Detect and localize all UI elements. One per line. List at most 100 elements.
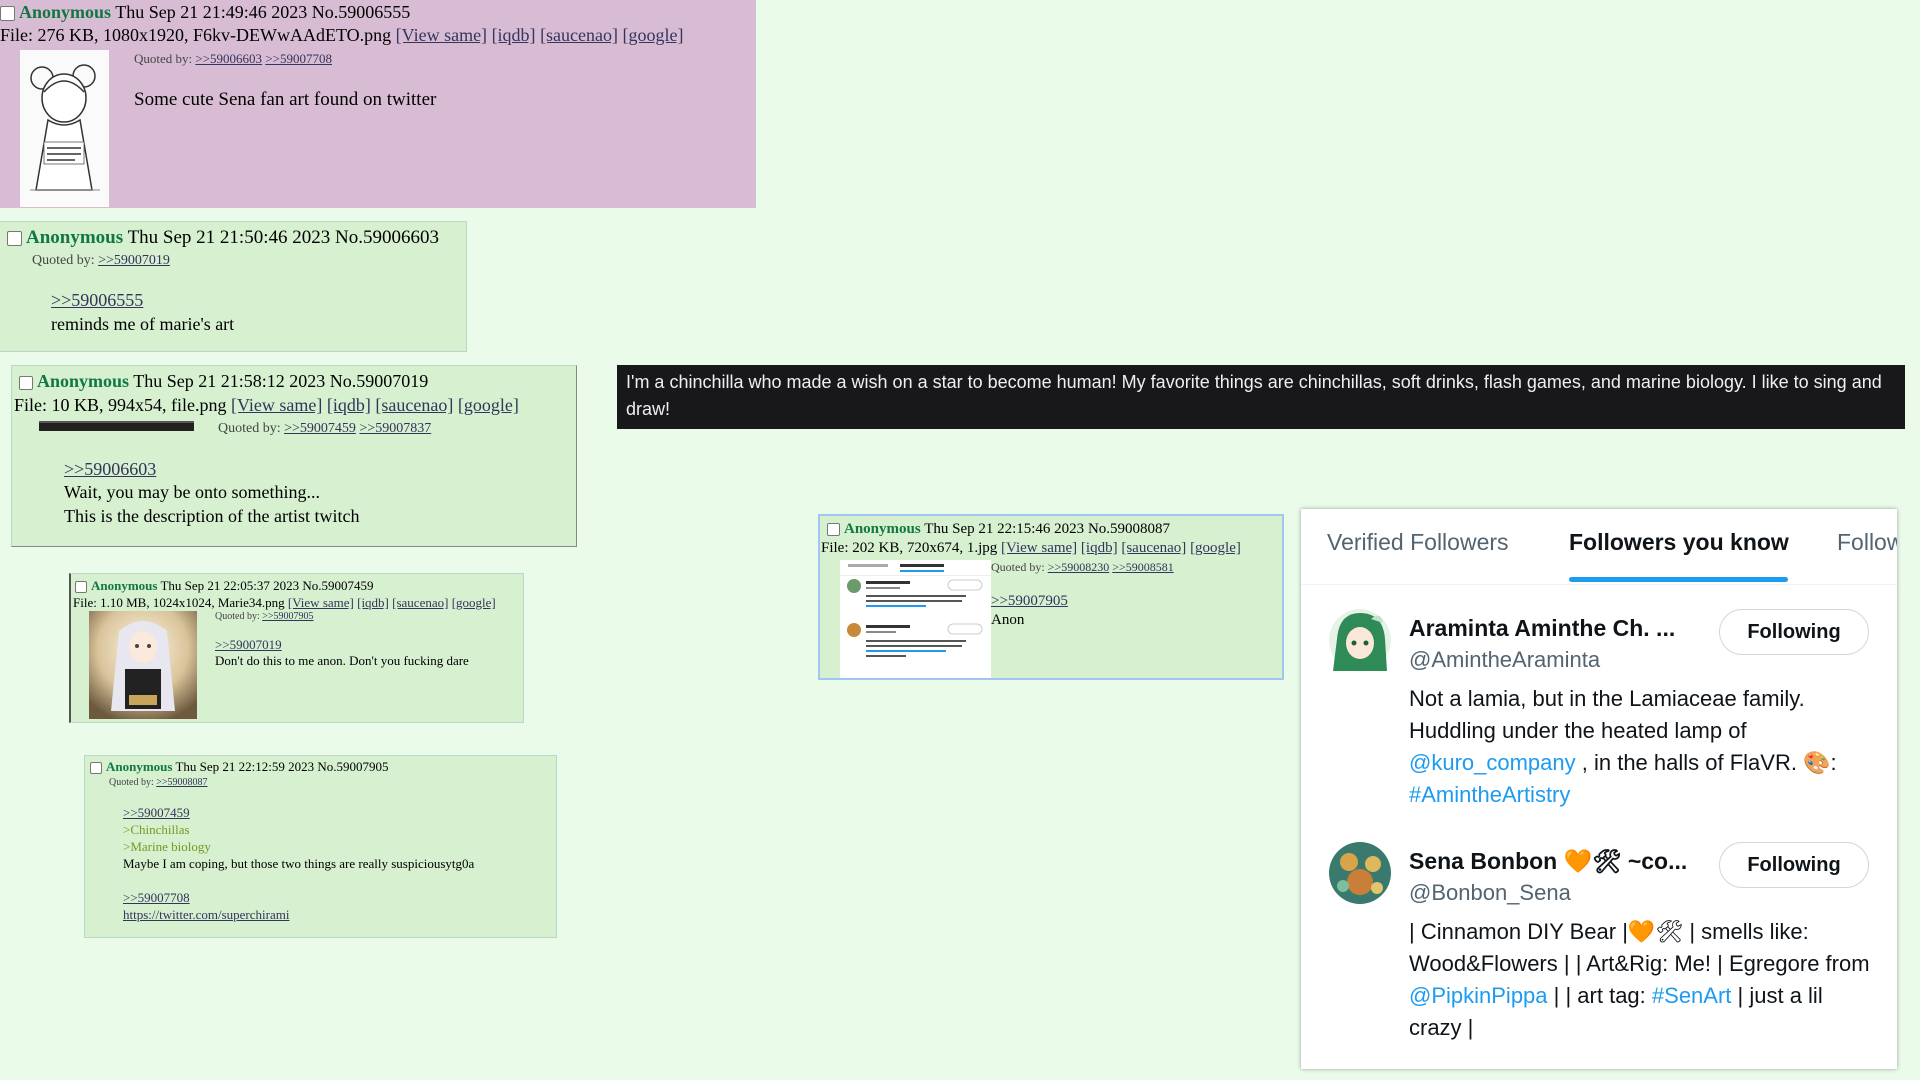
post-thumbnail[interactable] bbox=[39, 421, 194, 431]
post-thumbnail[interactable] bbox=[89, 611, 197, 719]
post-number[interactable]: No.59007459 bbox=[302, 578, 373, 593]
bio-mention-link[interactable]: @PipkinPippa bbox=[1409, 983, 1548, 1008]
saucenao-link[interactable]: [saucenao] bbox=[392, 595, 448, 610]
google-link[interactable]: [google] bbox=[452, 595, 496, 610]
post-checkbox[interactable] bbox=[7, 231, 22, 247]
quoted-by-link[interactable]: >>59008581 bbox=[1112, 560, 1174, 574]
user-handle[interactable]: @Bonbon_Sena bbox=[1409, 880, 1571, 906]
post-number[interactable]: No.59006555 bbox=[312, 2, 411, 22]
saucenao-link[interactable]: [saucenao] bbox=[1121, 540, 1186, 556]
followers-tabs: Verified Followers Followers you know Fo… bbox=[1301, 509, 1897, 585]
post-number[interactable]: No.59007905 bbox=[317, 759, 388, 774]
poster-name: Anonymous bbox=[19, 2, 112, 22]
post-checkbox[interactable] bbox=[0, 6, 15, 22]
file-info: File: 1.10 MB, 1024x1024, Marie34.png bbox=[73, 595, 285, 610]
post-thumbnail[interactable] bbox=[840, 560, 991, 678]
quoted-by-link[interactable]: >>59007837 bbox=[359, 421, 431, 436]
post-message: Some cute Sena fan art found on twitter bbox=[134, 89, 437, 110]
view-same-link[interactable]: [View same] bbox=[288, 595, 354, 610]
saucenao-link[interactable]: [saucenao] bbox=[375, 395, 453, 415]
iqdb-link[interactable]: [iqdb] bbox=[492, 25, 536, 45]
poster-name: Anonymous bbox=[106, 759, 173, 774]
quoted-by: Quoted by: >>59006603 >>59007708 bbox=[134, 51, 332, 66]
external-url-link[interactable]: https://twitter.com/superchirami bbox=[123, 907, 289, 923]
poster-name: Anonymous bbox=[37, 371, 130, 391]
google-link[interactable]: [google] bbox=[623, 25, 684, 45]
google-link[interactable]: [google] bbox=[458, 395, 519, 415]
tab-following[interactable]: Follow bbox=[1837, 529, 1897, 556]
view-same-link[interactable]: [View same] bbox=[1001, 540, 1077, 556]
user-display-name[interactable]: Araminta Aminthe Ch. ... bbox=[1409, 615, 1675, 642]
post-checkbox[interactable] bbox=[75, 581, 87, 594]
quoted-by-link[interactable]: >>59007019 bbox=[98, 253, 170, 268]
quote-link[interactable]: >>59006603 bbox=[64, 459, 156, 480]
quoted-by-link[interactable]: >>59007708 bbox=[265, 51, 332, 66]
quote-link[interactable]: >>59007708 bbox=[123, 890, 190, 906]
quoted-by-link[interactable]: >>59007905 bbox=[262, 611, 313, 622]
following-button[interactable]: Following bbox=[1719, 842, 1869, 888]
file-info-row: File: 202 KB, 720x674, 1.jpg [View same]… bbox=[821, 540, 1241, 557]
quoted-by-link[interactable]: >>59006603 bbox=[195, 51, 262, 66]
post-checkbox[interactable] bbox=[19, 375, 33, 390]
file-info: File: 10 KB, 994x54, file.png bbox=[14, 395, 227, 415]
post-number[interactable]: No.59007019 bbox=[330, 371, 429, 391]
iqdb-link[interactable]: [iqdb] bbox=[327, 395, 371, 415]
quoted-by-link[interactable]: >>59008087 bbox=[156, 777, 207, 788]
post-message-line: This is the description of the artist tw… bbox=[64, 506, 360, 526]
user-bio: Not a lamia, but in the Lamiaceae family… bbox=[1409, 683, 1879, 811]
quote-link[interactable]: >>59007019 bbox=[215, 637, 282, 653]
bio-hashtag-link[interactable]: #SenArt bbox=[1652, 983, 1732, 1008]
twitch-description: I'm a chinchilla who made a wish on a st… bbox=[617, 365, 1905, 429]
bio-mention-link[interactable]: @kuro_company bbox=[1409, 750, 1576, 775]
quote-link[interactable]: >>59006555 bbox=[51, 290, 143, 311]
file-info-row: File: 10 KB, 994x54, file.png [View same… bbox=[14, 395, 519, 416]
post-checkbox[interactable] bbox=[827, 523, 840, 537]
tab-verified-followers[interactable]: Verified Followers bbox=[1327, 529, 1509, 556]
bio-text: | Cinnamon DIY Bear |🧡🛠 | smells like: W… bbox=[1409, 919, 1870, 976]
post-datetime: Thu Sep 21 21:49:46 2023 bbox=[115, 2, 308, 22]
poster-name: Anonymous bbox=[91, 578, 158, 593]
post-datetime: Thu Sep 21 22:12:59 2023 bbox=[175, 759, 315, 774]
post-datetime: Thu Sep 21 21:50:46 2023 bbox=[127, 227, 331, 248]
post-59007459: Anonymous Thu Sep 21 22:05:37 2023 No.59… bbox=[69, 573, 524, 723]
quoted-by: Quoted by: >>59008087 bbox=[109, 777, 208, 788]
user-cell-sena[interactable]: Sena Bonbon 🧡🛠 ~co... @Bonbon_Sena Follo… bbox=[1301, 832, 1897, 1062]
quoted-by-link[interactable]: >>59007459 bbox=[284, 421, 356, 436]
google-link[interactable]: [google] bbox=[1190, 540, 1241, 556]
greentext-line: >Chinchillas bbox=[123, 822, 190, 837]
quoted-by: Quoted by: >>59007019 bbox=[32, 253, 170, 268]
post-59006603: Anonymous Thu Sep 21 21:50:46 2023 No.59… bbox=[0, 221, 467, 352]
post-message: reminds me of marie's art bbox=[51, 314, 235, 334]
user-display-name[interactable]: Sena Bonbon 🧡🛠 ~co... bbox=[1409, 848, 1687, 875]
post-number[interactable]: No.59006603 bbox=[335, 227, 439, 248]
greentext-line: >Marine biology bbox=[123, 839, 211, 854]
bio-hashtag-link[interactable]: #AmintheArtistry bbox=[1409, 782, 1570, 807]
post-checkbox[interactable] bbox=[90, 762, 102, 775]
quoted-by-link[interactable]: >>59008230 bbox=[1048, 560, 1110, 574]
post-thumbnail[interactable] bbox=[20, 50, 109, 207]
tab-followers-you-know[interactable]: Followers you know bbox=[1569, 529, 1789, 556]
user-handle[interactable]: @AmintheAraminta bbox=[1409, 647, 1600, 673]
avatar[interactable] bbox=[1329, 609, 1391, 671]
quote-link[interactable]: >>59007459 bbox=[123, 805, 190, 821]
iqdb-link[interactable]: [iqdb] bbox=[1081, 540, 1118, 556]
view-same-link[interactable]: [View same] bbox=[396, 25, 487, 45]
iqdb-link[interactable]: [iqdb] bbox=[357, 595, 389, 610]
post-message: Maybe I am coping, but those two things … bbox=[123, 856, 475, 871]
bio-text: , in the halls of FlaVR. 🎨: bbox=[1575, 750, 1837, 775]
user-cell-araminta[interactable]: Araminta Aminthe Ch. ... @AmintheAramint… bbox=[1301, 599, 1897, 819]
quote-link[interactable]: >>59007905 bbox=[991, 593, 1068, 610]
view-same-link[interactable]: [View same] bbox=[231, 395, 322, 415]
post-number[interactable]: No.59008087 bbox=[1088, 521, 1170, 537]
quoted-by: Quoted by: >>59007905 bbox=[215, 611, 314, 622]
following-button[interactable]: Following bbox=[1719, 609, 1869, 655]
saucenao-link[interactable]: [saucenao] bbox=[540, 25, 618, 45]
quoted-by: Quoted by: >>59008230 >>59008581 bbox=[991, 560, 1174, 574]
post-datetime: Thu Sep 21 22:05:37 2023 bbox=[160, 578, 300, 593]
avatar[interactable] bbox=[1329, 842, 1391, 904]
file-info: File: 276 KB, 1080x1920, F6kv-DEWwAAdETO… bbox=[0, 25, 392, 45]
post-59006555: Anonymous Thu Sep 21 21:49:46 2023 No.59… bbox=[0, 0, 756, 208]
file-info: File: 202 KB, 720x674, 1.jpg bbox=[821, 540, 998, 556]
post-datetime: Thu Sep 21 22:15:46 2023 bbox=[924, 521, 1085, 537]
twitch-description-text: I'm a chinchilla who made a wish on a st… bbox=[626, 372, 1882, 419]
